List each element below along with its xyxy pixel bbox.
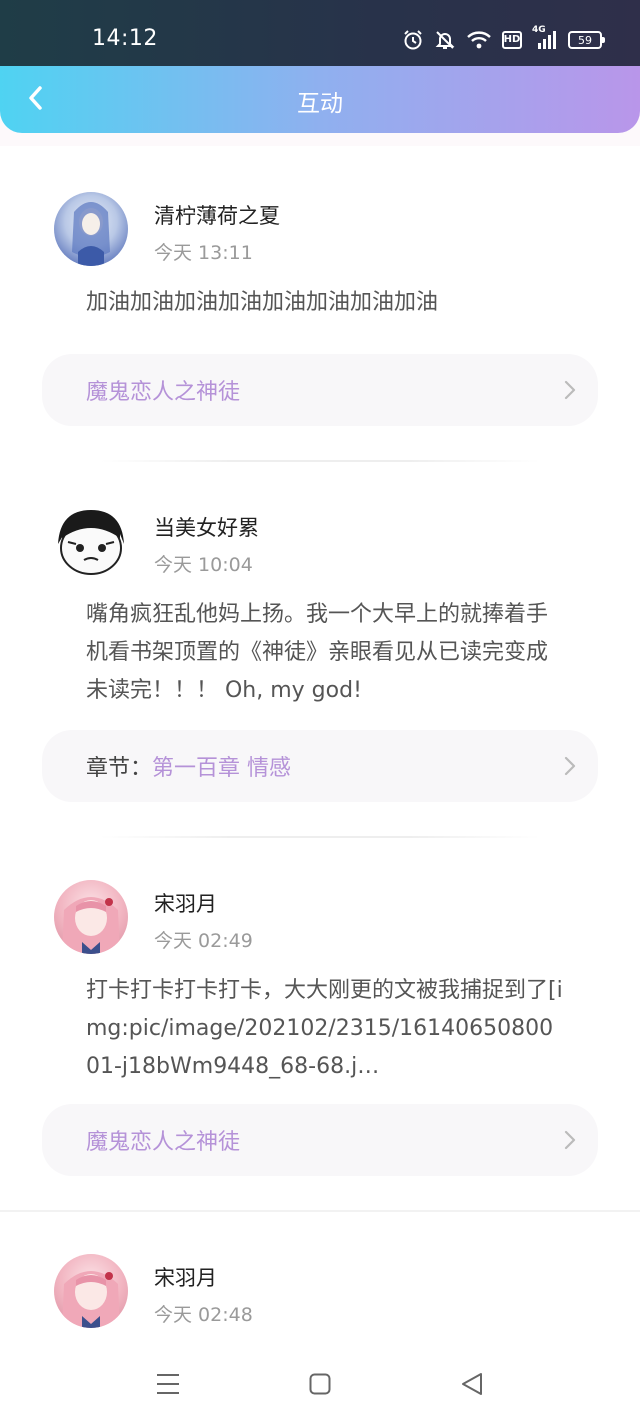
avatar[interactable]	[54, 880, 128, 954]
home-icon	[309, 1373, 331, 1395]
post-time: 今天 10:04	[154, 554, 253, 576]
wifi-icon	[466, 30, 492, 50]
link-card[interactable]: 魔鬼恋人之神徒	[42, 1104, 598, 1176]
nav-back-button[interactable]	[452, 1368, 492, 1400]
user-name[interactable]: 宋羽月	[154, 888, 217, 918]
mute-icon	[434, 29, 456, 51]
network-label: 4G	[532, 25, 546, 35]
post-text: 打卡打卡打卡打卡，大大刚更的文被我捕捉到了[img:pic/image/2021…	[86, 978, 563, 1079]
menu-icon	[157, 1374, 179, 1394]
home-button[interactable]	[300, 1368, 340, 1400]
battery-level: 59	[578, 33, 592, 47]
chevron-right-icon	[564, 756, 576, 780]
app-header: 互动	[0, 66, 640, 133]
user-name[interactable]: 清柠薄荷之夏	[154, 200, 280, 230]
divider	[100, 460, 540, 462]
avatar[interactable]	[54, 192, 128, 266]
avatar[interactable]	[54, 504, 128, 578]
post-time: 今天 02:48	[154, 1304, 253, 1326]
chevron-right-icon	[564, 1130, 576, 1154]
link-text: 第一百章 情感	[152, 756, 292, 781]
menu-button[interactable]	[148, 1368, 188, 1400]
system-nav-bar	[0, 1346, 640, 1422]
battery-icon: 59	[568, 31, 605, 49]
page-title: 互动	[297, 91, 343, 117]
user-name[interactable]: 宋羽月	[154, 1262, 217, 1292]
chevron-right-icon	[564, 380, 576, 404]
alarm-icon	[402, 29, 424, 51]
post-text: 加油加油加油加油加油加油加油加油	[86, 290, 439, 315]
back-icon	[462, 1373, 482, 1395]
divider	[100, 836, 540, 838]
divider	[0, 1210, 640, 1212]
link-text: 魔鬼恋人之神徒	[86, 380, 241, 405]
post-time: 今天 02:49	[154, 930, 253, 952]
link-prefix: 章节：	[86, 756, 153, 781]
hd-badge: HD	[502, 31, 522, 49]
status-bar: 14:12 HD 4G 59	[0, 0, 640, 66]
status-icons: HD 4G 59	[402, 25, 605, 54]
user-name[interactable]: 当美女好累	[154, 512, 259, 542]
post-text: 嘴角疯狂乱他妈上扬。我一个大早上的就捧着手机看书架顶置的《神徒》亲眼看见从已读完…	[86, 602, 549, 703]
post-time: 今天 13:11	[154, 242, 253, 264]
status-time: 14:12	[92, 26, 158, 51]
link-text: 魔鬼恋人之神徒	[86, 1130, 241, 1155]
link-card[interactable]: 章节： 第一百章 情感	[42, 730, 598, 802]
signal-icon: 4G	[532, 25, 558, 51]
avatar[interactable]	[54, 1254, 128, 1328]
link-card[interactable]: 魔鬼恋人之神徒	[42, 354, 598, 426]
